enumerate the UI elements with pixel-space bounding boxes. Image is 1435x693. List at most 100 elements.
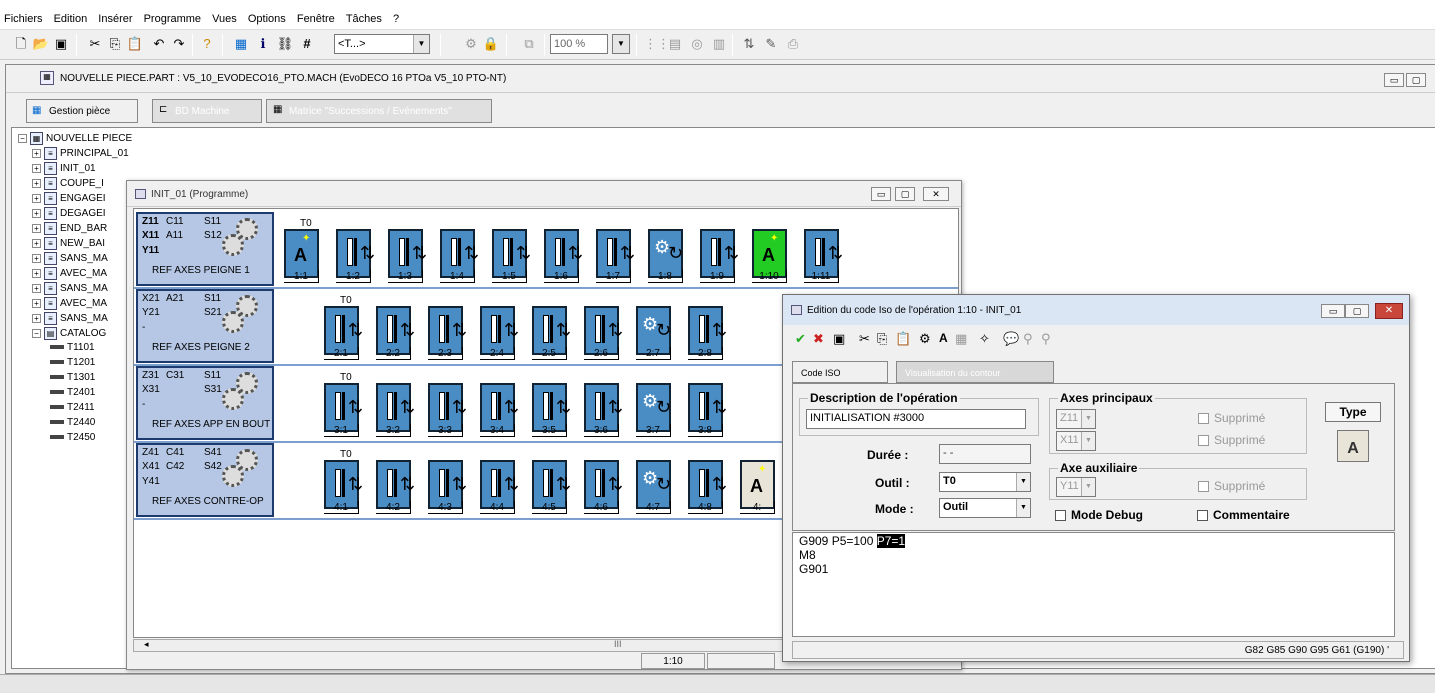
minimize-button[interactable]: ▭ bbox=[871, 187, 891, 201]
font-icon[interactable]: A bbox=[939, 331, 948, 345]
expand-icon[interactable]: + bbox=[32, 164, 41, 173]
tree-tool-node[interactable]: T1201 bbox=[50, 357, 95, 368]
paste-icon[interactable]: 📋 bbox=[895, 331, 911, 347]
edit-icon[interactable]: ✎ bbox=[762, 35, 780, 53]
menu-options[interactable]: Options bbox=[244, 0, 290, 25]
tree-node[interactable]: + ≡ SANS_MA bbox=[32, 252, 108, 265]
row-label[interactable]: Z11 C11 S11 X11 A11 S12 Y11 REF AXES PEIGNE 1 bbox=[136, 212, 274, 286]
tree-node[interactable]: − ▤ CATALOG bbox=[32, 327, 106, 340]
tree-node[interactable]: + ≡ END_BAR bbox=[32, 222, 107, 235]
redo-icon[interactable]: ↷ bbox=[170, 35, 188, 53]
type-button[interactable]: Type bbox=[1325, 402, 1381, 422]
menu-edition[interactable]: Edition bbox=[50, 0, 92, 25]
minimize-button[interactable]: ▭ bbox=[1384, 73, 1404, 87]
maximize-button[interactable]: ▢ bbox=[895, 187, 915, 201]
tree-node[interactable]: + ≡ INIT_01 bbox=[32, 162, 96, 175]
tab-visualisation-contour[interactable]: Visualisation du contour bbox=[896, 361, 1054, 383]
menu-programme[interactable]: Programme bbox=[140, 0, 205, 25]
sort-icon[interactable]: ⇅ bbox=[740, 35, 758, 53]
scroll-thumb[interactable]: III bbox=[614, 639, 622, 649]
chart-icon[interactable]: ▥ bbox=[710, 35, 728, 53]
tab-bd-machine[interactable]: ⊏ BD Machine bbox=[152, 99, 262, 123]
description-input[interactable]: INITIALISATION #3000 bbox=[806, 409, 1026, 429]
scroll-left-icon[interactable]: ◂ bbox=[144, 639, 149, 650]
new-icon[interactable]: 🗋 bbox=[12, 35, 30, 53]
zoom-dropdown[interactable]: ▼ bbox=[612, 34, 630, 54]
tree-node-root[interactable]: − ▦ NOUVELLE PIECE bbox=[18, 132, 132, 145]
table-icon[interactable]: ▤ bbox=[666, 35, 684, 53]
tree-tool-node[interactable]: T2450 bbox=[50, 432, 95, 443]
zoom-combo[interactable]: 100 % bbox=[550, 34, 608, 54]
tree-tool-node[interactable]: T1301 bbox=[50, 372, 95, 383]
collapse-icon[interactable]: − bbox=[18, 134, 27, 143]
mode-select[interactable]: Outil ▼ bbox=[939, 498, 1031, 518]
iso-code-editor[interactable]: G909 P5=100 P7=1 M8 G901 bbox=[792, 532, 1395, 637]
zoom-off-icon[interactable]: ⚲ bbox=[1041, 331, 1051, 347]
save-icon[interactable]: ▣ bbox=[833, 331, 845, 347]
expand-icon[interactable]: + bbox=[32, 254, 41, 263]
cut-icon[interactable]: ✂ bbox=[86, 35, 104, 53]
copy-icon[interactable]: ⎘ bbox=[877, 331, 887, 347]
collapse-icon[interactable]: − bbox=[32, 329, 41, 338]
mode-debug-checkbox[interactable]: Mode Debug bbox=[1055, 508, 1143, 522]
expand-icon[interactable]: + bbox=[32, 149, 41, 158]
tree-node[interactable]: + ≡ AVEC_MA bbox=[32, 297, 107, 310]
tree-tool-node[interactable]: T1101 bbox=[50, 342, 95, 353]
zoom-icon[interactable]: ⚲ bbox=[1023, 331, 1033, 347]
cancel-icon[interactable]: ✖ bbox=[813, 331, 824, 347]
chevron-down-icon[interactable]: ▼ bbox=[1016, 499, 1030, 517]
tree-node[interactable]: + ≡ PRINCIPAL_01 bbox=[32, 147, 129, 160]
save-icon[interactable]: ▣ bbox=[52, 35, 70, 53]
magic-icon[interactable]: ✧ bbox=[979, 331, 990, 347]
tab-matrice[interactable]: ▦ Matrice "Successions / Evénements" bbox=[266, 99, 492, 123]
expand-icon[interactable]: + bbox=[32, 194, 41, 203]
expand-icon[interactable]: + bbox=[32, 269, 41, 278]
comment-icon[interactable]: 💬 bbox=[1003, 331, 1019, 347]
lock-icon[interactable]: 🔒 bbox=[482, 35, 500, 53]
window-icon[interactable]: ⧉ bbox=[520, 35, 538, 53]
commentaire-checkbox[interactable]: Commentaire bbox=[1197, 508, 1290, 522]
tool-icon[interactable]: ⚙ bbox=[462, 35, 480, 53]
expand-icon[interactable]: + bbox=[32, 224, 41, 233]
grid-icon[interactable]: ⋮⋮ bbox=[644, 35, 670, 53]
expand-icon[interactable]: + bbox=[32, 284, 41, 293]
hash-icon[interactable]: # bbox=[298, 35, 316, 53]
link-icon[interactable]: ⛓ bbox=[276, 35, 294, 53]
tree-node[interactable]: + ≡ COUPE_I bbox=[32, 177, 104, 190]
outil-select[interactable]: T0 ▼ bbox=[939, 472, 1031, 492]
print-icon[interactable]: ⎙ bbox=[784, 35, 802, 53]
menu-fenetre[interactable]: Fenêtre bbox=[293, 0, 339, 25]
format-icon[interactable]: ⚙ bbox=[919, 331, 931, 347]
paste-icon[interactable]: 📋 bbox=[126, 35, 144, 53]
restore-button[interactable]: ▢ bbox=[1406, 73, 1426, 87]
row-label[interactable]: Z31 C31 S11 X31 S31 - REF AXES APP EN BOUT bbox=[136, 366, 274, 440]
menu-taches[interactable]: Tâches bbox=[342, 0, 386, 25]
tree-tool-node[interactable]: T2411 bbox=[50, 402, 95, 413]
expand-icon[interactable]: + bbox=[32, 179, 41, 188]
machine-icon[interactable]: ▦ bbox=[232, 35, 250, 53]
close-button[interactable]: ✕ bbox=[1375, 303, 1403, 319]
tree-node[interactable]: + ≡ AVEC_MA bbox=[32, 267, 107, 280]
expand-icon[interactable]: + bbox=[32, 239, 41, 248]
checkbox-box[interactable] bbox=[1197, 510, 1208, 522]
tree-node[interactable]: + ≡ DEGAGEI bbox=[32, 207, 106, 220]
chevron-down-icon[interactable]: ▼ bbox=[1016, 473, 1030, 491]
expand-icon[interactable]: + bbox=[32, 314, 41, 323]
expand-icon[interactable]: + bbox=[32, 209, 41, 218]
tree-node[interactable]: + ≡ SANS_MA bbox=[32, 312, 108, 325]
maximize-button[interactable]: ▢ bbox=[1345, 304, 1369, 318]
cut-icon[interactable]: ✂ bbox=[859, 331, 870, 347]
tree-tool-node[interactable]: T2401 bbox=[50, 387, 95, 398]
tab-code-iso[interactable]: Code ISO bbox=[792, 361, 888, 383]
checkbox-box[interactable] bbox=[1055, 510, 1066, 522]
undo-icon[interactable]: ↶ bbox=[150, 35, 168, 53]
tree-node[interactable]: + ≡ ENGAGEI bbox=[32, 192, 106, 205]
grid-icon[interactable]: ▦ bbox=[955, 331, 967, 347]
info-icon[interactable]: ℹ bbox=[254, 35, 272, 53]
globe-icon[interactable]: ◎ bbox=[688, 35, 706, 53]
menu-vues[interactable]: Vues bbox=[208, 0, 241, 25]
tab-gestion-piece[interactable]: ▦ Gestion pièce bbox=[26, 99, 138, 123]
chevron-down-icon[interactable]: ▼ bbox=[413, 35, 429, 53]
tree-tool-node[interactable]: T2440 bbox=[50, 417, 95, 428]
expand-icon[interactable]: + bbox=[32, 299, 41, 308]
